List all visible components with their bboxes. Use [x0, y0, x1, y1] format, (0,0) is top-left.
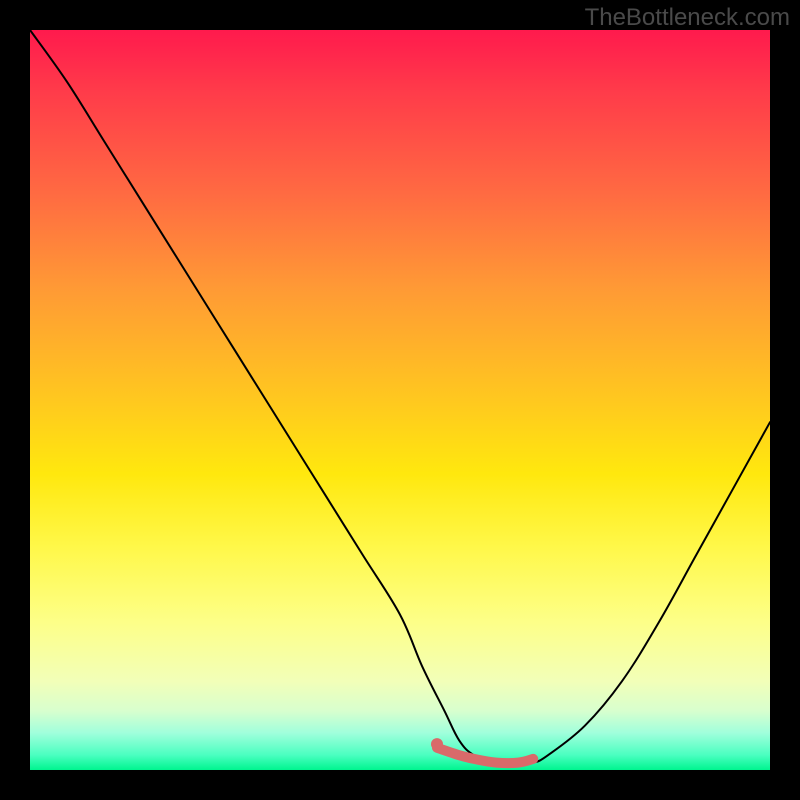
chart-frame: TheBottleneck.com — [0, 0, 800, 800]
watermark-text: TheBottleneck.com — [585, 4, 790, 32]
highlight-point — [431, 738, 443, 750]
highlight-segment — [437, 748, 533, 763]
curve-svg — [30, 30, 770, 770]
plot-area — [30, 30, 770, 770]
bottleneck-curve — [30, 30, 770, 763]
